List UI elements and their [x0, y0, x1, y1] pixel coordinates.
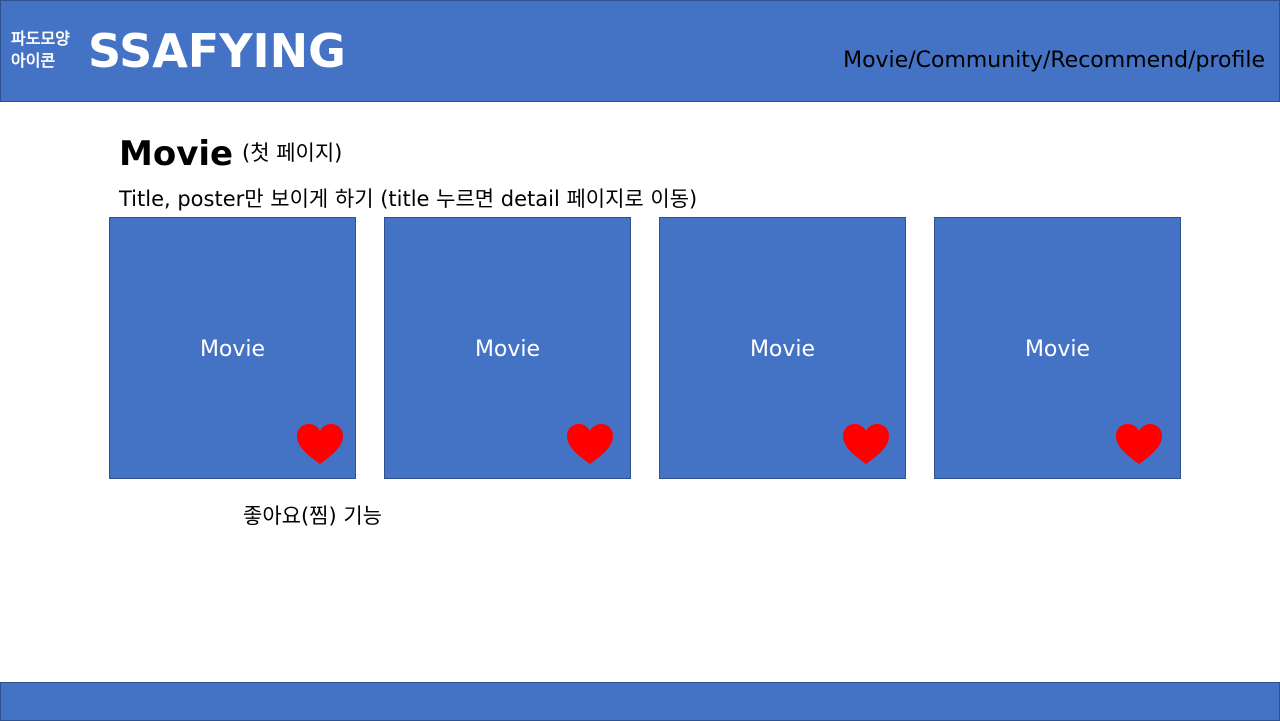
- movie-title[interactable]: Movie: [385, 336, 630, 364]
- page-title: Movie: [119, 134, 234, 174]
- movie-title[interactable]: Movie: [935, 336, 1180, 364]
- nav-movie[interactable]: Movie: [843, 48, 908, 73]
- heart-icon[interactable]: [566, 423, 614, 465]
- like-feature-note: 좋아요(찜) 기능: [243, 504, 382, 528]
- heart-icon[interactable]: [842, 423, 890, 465]
- page-description: Title, poster만 보이게 하기 (title 누르면 detail …: [119, 187, 698, 211]
- movie-title[interactable]: Movie: [660, 336, 905, 364]
- footer-bar: [0, 682, 1280, 721]
- header-bar: 파도모양 아이콘 SSAFYING Movie/Community/Recomm…: [0, 0, 1280, 102]
- logo-placeholder-note: 파도모양 아이콘: [11, 29, 70, 70]
- movie-title[interactable]: Movie: [110, 336, 355, 364]
- nav-separator: /: [1188, 48, 1196, 73]
- heart-icon[interactable]: [1115, 423, 1163, 465]
- nav-recommend[interactable]: Recommend: [1050, 48, 1188, 73]
- nav-separator: /: [908, 48, 916, 73]
- heart-icon[interactable]: [296, 423, 344, 465]
- nav-profile[interactable]: profile: [1196, 48, 1266, 73]
- main-nav: Movie/Community/Recommend/profile: [843, 47, 1265, 75]
- brand-logo-text[interactable]: SSAFYING: [88, 23, 346, 79]
- nav-community[interactable]: Community: [916, 48, 1043, 73]
- page-title-note: (첫 페이지): [242, 141, 343, 165]
